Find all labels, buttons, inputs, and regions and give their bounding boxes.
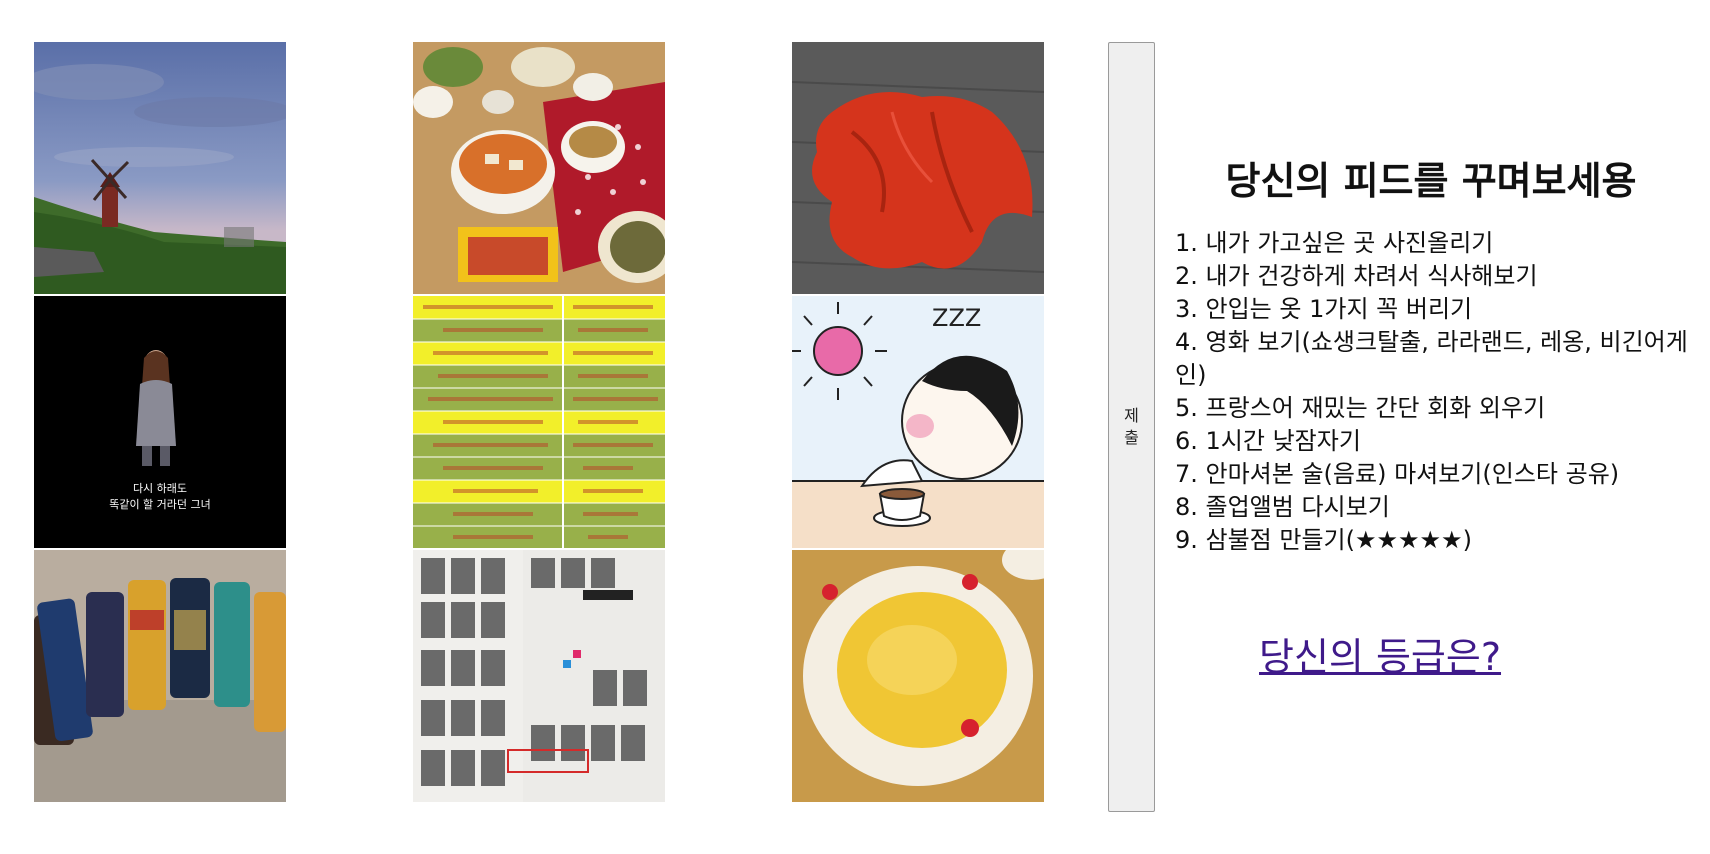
photo-nap-cartoon: ZZZ [792, 296, 1044, 548]
movie-subtitle-line-2: 똑같이 할 거라던 그녀 [109, 498, 211, 511]
zzz-text: ZZZ [932, 304, 981, 332]
photo-red-clothing [792, 42, 1044, 294]
page-title: 당신의 피드를 꾸며보세용 [1225, 159, 1637, 203]
submit-button-label: 제출 [1124, 406, 1139, 447]
photo-drink-plate [792, 550, 1044, 802]
photo-column-2 [413, 42, 665, 804]
photo-column-3: ZZZ [792, 42, 1044, 804]
challenge-list: 1. 내가 가고싶은 곳 사진올리기 2. 내가 건강하게 차려서 식사해보기 … [1175, 227, 1695, 557]
challenge-item: 4. 영화 보기(쇼생크탈출, 라라랜드, 레옹, 비긴어게인) [1175, 328, 1688, 389]
photo-windmill-landscape [34, 42, 286, 294]
photo-graduation-album [413, 550, 665, 802]
challenge-item: 9. 삼불점 만들기(★★★★★) [1175, 526, 1472, 554]
grade-link[interactable]: 당신의 등급은? [1259, 626, 1501, 681]
challenge-item: 7. 안마셔본 술(음료) 마셔보기(인스타 공유) [1175, 460, 1620, 488]
photo-beer-cans [34, 550, 286, 802]
challenge-item: 8. 졸업앨범 다시보기 [1175, 493, 1390, 521]
challenge-item: 3. 안입는 옷 1가지 꼭 버리기 [1175, 295, 1473, 323]
photo-korean-meal [413, 42, 665, 294]
challenge-item: 6. 1시간 낮잠자기 [1175, 427, 1361, 455]
challenge-item: 5. 프랑스어 재밌는 간단 회화 외우기 [1175, 394, 1546, 422]
challenge-panel: 당신의 피드를 꾸며보세용 1. 내가 가고싶은 곳 사진올리기 2. 내가 건… [1175, 150, 1695, 557]
challenge-item: 1. 내가 가고싶은 곳 사진올리기 [1175, 229, 1494, 257]
photo-french-phrases [413, 296, 665, 548]
photo-movie-scene: 다시 하래도 똑같이 할 거라던 그녀 [34, 296, 286, 548]
photo-column-1: 다시 하래도 똑같이 할 거라던 그녀 [34, 42, 286, 804]
challenge-item: 2. 내가 건강하게 차려서 식사해보기 [1175, 262, 1538, 290]
movie-subtitle-line-1: 다시 하래도 [133, 481, 187, 495]
submit-button[interactable]: 제출 [1108, 42, 1155, 812]
